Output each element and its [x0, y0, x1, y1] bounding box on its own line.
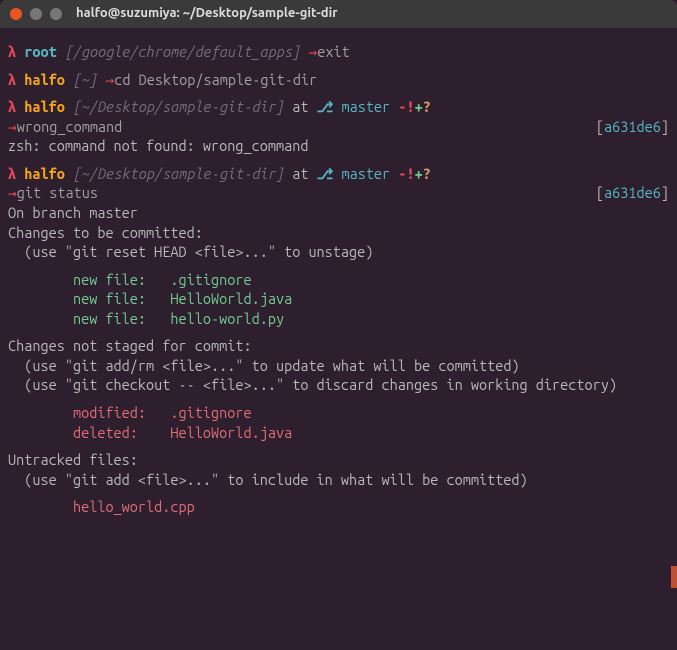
- prompt-line: λ halfo [~/Desktop/sample-git-dir] at ⎇ …: [8, 164, 669, 184]
- git-output-line: Changes to be committed:: [8, 223, 669, 243]
- git-hash: a631de6: [604, 184, 661, 201]
- command-row: →git status [a631de6]: [8, 183, 669, 203]
- branch-name: master: [341, 165, 390, 182]
- command-row: →wrong_command [a631de6]: [8, 117, 669, 137]
- git-output-line: (use "git reset HEAD <file>..." to unsta…: [8, 242, 669, 262]
- git-flag-bang: !: [406, 165, 414, 182]
- branch-icon: ⎇: [317, 165, 334, 182]
- git-flag-plus: +: [415, 98, 423, 115]
- git-staged-file: new file: hello-world.py: [8, 309, 669, 329]
- prompt-line: λ halfo [~/Desktop/sample-git-dir] at ⎇ …: [8, 97, 669, 117]
- prompt-path: [~/Desktop/sample-git-dir]: [73, 165, 284, 182]
- git-staged-file: new file: HelloWorld.java: [8, 289, 669, 309]
- terminal-area[interactable]: λ root [/google/chrome/default_apps] →ex…: [0, 28, 677, 650]
- branch-name: master: [341, 98, 390, 115]
- git-output-line: (use "git add <file>..." to include in w…: [8, 470, 669, 490]
- window-titlebar: halfo@suzumiya: ~/Desktop/sample-git-dir: [0, 0, 677, 28]
- git-flag-question: ?: [423, 165, 431, 182]
- git-staged-file: new file: .gitignore: [8, 270, 669, 290]
- command-text: exit: [317, 43, 349, 60]
- window-buttons: [10, 8, 62, 20]
- git-hash: a631de6: [604, 118, 661, 135]
- git-output-line: On branch master: [8, 203, 669, 223]
- git-output-line: Changes not staged for commit:: [8, 336, 669, 356]
- window-maximize-button[interactable]: [50, 8, 62, 20]
- git-output-line: (use "git checkout -- <file>..." to disc…: [8, 375, 669, 395]
- git-flag-plus: +: [415, 165, 423, 182]
- window-title: halfo@suzumiya: ~/Desktop/sample-git-dir: [76, 5, 338, 23]
- git-output-line: (use "git add/rm <file>..." to update wh…: [8, 356, 669, 376]
- lambda-icon: λ: [8, 43, 16, 60]
- prompt-path: [~]: [73, 71, 97, 88]
- prompt-path: [/google/chrome/default_apps]: [65, 43, 300, 60]
- prompt-user: halfo: [24, 71, 65, 88]
- prompt-user: root: [24, 43, 56, 60]
- git-unstaged-file: deleted: HelloWorld.java: [8, 423, 669, 443]
- git-flag-bang: !: [406, 98, 414, 115]
- command-text: cd Desktop/sample-git-dir: [114, 71, 317, 88]
- window-minimize-button[interactable]: [30, 8, 42, 20]
- git-output-line: Untracked files:: [8, 450, 669, 470]
- prompt-user: halfo: [24, 165, 65, 182]
- at-label: at: [292, 98, 308, 115]
- prompt-line: λ halfo [~] →cd Desktop/sample-git-dir: [8, 70, 669, 90]
- lambda-icon: λ: [8, 71, 16, 88]
- git-flag-question: ?: [423, 98, 431, 115]
- git-hash-tag: [a631de6]: [596, 183, 669, 203]
- window-close-button[interactable]: [10, 8, 22, 20]
- scrollbar-marker[interactable]: [671, 566, 677, 588]
- git-hash-tag: [a631de6]: [596, 117, 669, 137]
- error-output: zsh: command not found: wrong_command: [8, 136, 669, 156]
- command-text: wrong_command: [17, 118, 123, 135]
- prompt-path: [~/Desktop/sample-git-dir]: [73, 98, 284, 115]
- arrow-icon: →: [105, 71, 114, 88]
- at-label: at: [292, 165, 308, 182]
- lambda-icon: λ: [8, 98, 16, 115]
- prompt-user: halfo: [24, 98, 65, 115]
- git-unstaged-file: modified: .gitignore: [8, 403, 669, 423]
- arrow-icon: →: [308, 43, 317, 60]
- command-text: git status: [17, 184, 98, 201]
- prompt-line: λ root [/google/chrome/default_apps] →ex…: [8, 42, 669, 62]
- git-untracked-file: hello_world.cpp: [8, 497, 669, 517]
- lambda-icon: λ: [8, 165, 16, 182]
- arrow-icon: →: [8, 118, 17, 135]
- arrow-icon: →: [8, 184, 17, 201]
- branch-icon: ⎇: [317, 98, 334, 115]
